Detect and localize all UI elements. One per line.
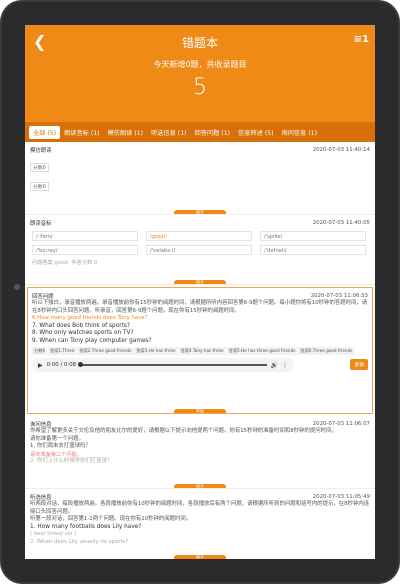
instructions: 你希望了解更多关于文伦及他的朋友比尔的爱好，请根据以下提示向他提两个问题。你有1… [30, 428, 337, 434]
collapse-button[interactable]: 收起 [174, 407, 226, 413]
prompt-wrong: 请你准备第二个问题。 [30, 451, 82, 458]
error-card-ask-info[interactable]: 询问信息 2020-07-03 11:06:07 你希望了解更多关于文伦及他的朋… [25, 416, 375, 489]
audio-row: ▶ 0:00 / 0:08 🔊 ⋮ 重做 [32, 355, 368, 374]
question: 1. How many footballs does Lily have? [30, 523, 142, 530]
volume-icon[interactable]: 🔊 [271, 362, 278, 369]
expand-button[interactable]: 展开 [174, 208, 226, 214]
prompt-line: 请你准备第一个问题。 [30, 435, 84, 442]
question-wrong: 6.How many good friends does Tony have？ [32, 315, 151, 321]
card-title: 听选信息 [30, 494, 52, 501]
play-icon[interactable]: ▶ [38, 362, 43, 369]
tab-listen-choose[interactable]: 听选信息 (1) [147, 126, 190, 139]
score-tag: 分数0 [30, 163, 49, 172]
card-header: 询问信息 2020-07-03 11:06:07 [30, 419, 370, 428]
audio-time: 0:00 / 0:08 [46, 362, 77, 368]
tab-answer-questions[interactable]: 回答问题 (1) [191, 126, 234, 139]
error-list: 模仿朗读 2020-07-03 11:40:14 分数0 分数0 展开 朗读音标… [25, 142, 375, 559]
card-time: 2020-07-03 11:06:07 [312, 420, 370, 427]
category-tabs: 全部 (5) 朗读音标 (1) 模仿朗读 (1) 听选信息 (1) 回答问题 (… [25, 122, 375, 142]
card-title: 模仿朗读 [30, 147, 52, 154]
tablet-frame: ❮ 错题本 ≡1 今天新增0题，共收录题目 5 全部 (5) 朗读音标 (1) … [0, 0, 400, 584]
error-card-phonetics[interactable]: 朗读音标 2020-07-03 11:40:05 / ifem/ /gredi/… [25, 215, 375, 285]
prompt-question: 1. 你们周末去打篮球吗？ [30, 443, 91, 449]
score-tag: 分数0 [30, 182, 49, 191]
header-subtitle: 今天新增0题，共收录题目 [153, 60, 247, 69]
answer-tag: 答案1.Three [48, 347, 77, 355]
phonetic-item: /'spike/ [260, 231, 366, 241]
camera-dot [14, 284, 20, 290]
answer-tag: 分数6 [32, 347, 48, 355]
error-card-answer-questions[interactable]: 回答问题 2020-07-03 11:06:33 听以下独白，录音播放两遍。录音… [27, 287, 373, 414]
expand-button[interactable]: 展开 [174, 278, 226, 284]
card-time: 2020-07-03 11:40:14 [312, 146, 370, 153]
phonetic-item: / ifem/ [32, 231, 138, 241]
answer-tag: 答案6.Three good friends [298, 347, 355, 355]
tab-imitate-reading[interactable]: 模仿朗读 (1) [104, 126, 147, 139]
phonetic-item: /'velabo l/ [146, 245, 252, 255]
phonetic-item-wrong: /gredi/ [146, 231, 252, 241]
card-title: 回答问题 [32, 293, 54, 300]
error-card-imitate[interactable]: 模仿朗读 2020-07-03 11:40:14 分数0 分数0 展开 [25, 142, 375, 215]
error-card-listen-choose[interactable]: 听选信息 2020-07-03 11:05:49 听两段对话，每段播放两遍。各段… [25, 489, 375, 559]
tab-ask-info[interactable]: 询问信息 (1) [278, 126, 321, 139]
answer-tags: 分数6 答案1.Three 答案2.Three good friends 答案3… [32, 347, 368, 355]
instructions: 听两段对话，每段播放两遍。各段播放前你有10秒钟的阅题时间，各段播放后有两个问题… [30, 501, 370, 515]
card-time: 2020-07-03 11:40:05 [312, 219, 370, 226]
more-vert-icon[interactable]: ⋮ [282, 362, 288, 369]
redo-button[interactable]: 重做 [350, 359, 368, 370]
card-header: 朗读音标 2020-07-03 11:40:05 [30, 218, 370, 227]
audio-player[interactable]: ▶ 0:00 / 0:08 🔊 ⋮ [32, 358, 294, 372]
prompt-line: 听第一段对话，回答第1-2两个问题。现在你有10秒钟的阅题时间。 [30, 516, 192, 522]
question: 7. What does Bob think of sports? [32, 322, 131, 329]
phonetic-item: /'defneli/ [260, 245, 366, 255]
total-count: 5 [193, 75, 207, 100]
phonetic-item: /'bo:ray/ [32, 245, 138, 255]
answer-hint: 问题答案 great, 伴答分数 0 [32, 260, 98, 266]
app-screen: ❮ 错题本 ≡1 今天新增0题，共收录题目 5 全部 (5) 朗读音标 (1) … [25, 25, 375, 559]
card-title: 朗读音标 [30, 220, 52, 227]
card-header: 听选信息 2020-07-03 11:05:49 [30, 492, 370, 501]
question: 9. When can Tony play computer games? [32, 337, 152, 344]
question: 8. Who only watches sports on TV? [32, 330, 134, 336]
answer-tag: 答案2.Three good friends [77, 347, 134, 355]
card-header: 模仿朗读 2020-07-03 11:40:14 [30, 145, 370, 154]
card-time: 2020-07-03 11:06:33 [310, 292, 368, 299]
card-time: 2020-07-03 11:05:49 [312, 493, 370, 500]
question: 2. When does Lily usually do sports? [30, 538, 129, 545]
page-title: 错题本 [181, 36, 218, 50]
answer-tag: 答案5.He has three good friends [226, 347, 298, 355]
header: ❮ 错题本 ≡1 今天新增0题，共收录题目 5 [25, 25, 375, 122]
answer-tag: 答案4.Tony has three [178, 347, 226, 355]
question-hint: ( two/ three/ six ) [30, 531, 77, 537]
audio-progress-bar[interactable] [78, 362, 267, 367]
menu-icon[interactable]: ≡1 [354, 34, 369, 45]
prompt-question: 2. 你们上什么时候学你们打篮球？ [30, 457, 113, 464]
tab-all[interactable]: 全部 (5) [29, 125, 61, 139]
expand-button[interactable]: 展开 [174, 553, 226, 559]
tab-info-retell[interactable]: 信息转述 (5) [234, 126, 277, 139]
card-header: 回答问题 2020-07-03 11:06:33 [32, 291, 368, 300]
expand-button[interactable]: 展开 [174, 482, 226, 488]
card-title: 询问信息 [30, 421, 52, 428]
phonetic-grid: / ifem/ /gredi/ /'spike/ /'bo:ray/ /'vel… [30, 227, 370, 259]
tab-read-phonetics[interactable]: 朗读音标 (1) [60, 126, 103, 139]
answer-tag: 答案3.He has three [134, 347, 178, 355]
instructions: 听以下独白，录音播放两遍。录音播放前你有15秒钟的阅题时间，请根据所听内容回答第… [32, 300, 368, 314]
